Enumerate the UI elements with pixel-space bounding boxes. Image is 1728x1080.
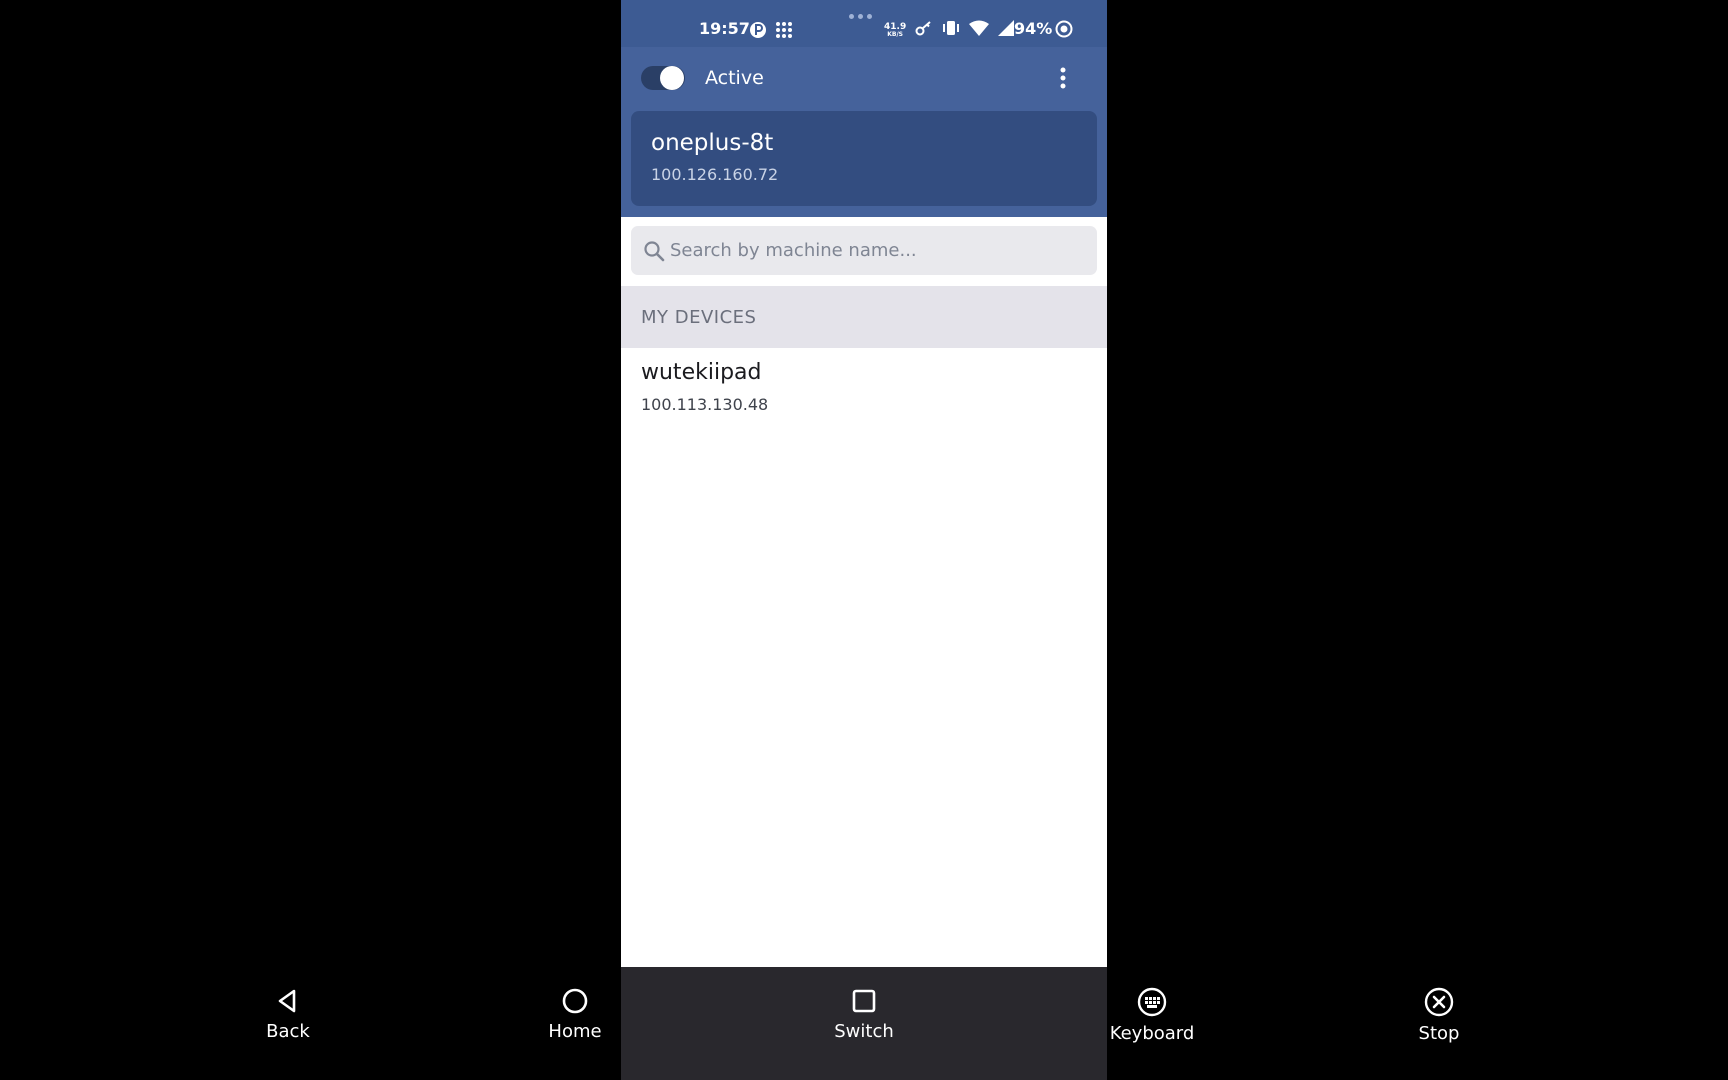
section-title: MY DEVICES	[641, 307, 757, 328]
square-switch-icon	[804, 987, 924, 1015]
phone-screen: 19:57 41.9 KB/S 94% Active oneplus-8t 10…	[621, 0, 1107, 967]
triangle-back-icon	[228, 987, 348, 1015]
net-speed: 41.9 KB/S	[884, 22, 906, 38]
keyboard-icon	[1092, 987, 1212, 1017]
keyboard-button[interactable]: Keyboard	[1092, 987, 1212, 1044]
home-label: Home	[548, 1021, 602, 1042]
p-badge-icon	[749, 21, 767, 43]
device-name: wutekiipad	[641, 360, 762, 385]
home-button[interactable]: Home	[515, 987, 635, 1042]
back-button[interactable]: Back	[228, 987, 348, 1042]
toggle-knob	[660, 66, 684, 90]
close-circle-icon	[1379, 987, 1499, 1017]
status-bar: 19:57 41.9 KB/S 94%	[621, 0, 1107, 47]
net-speed-unit: KB/S	[887, 30, 903, 38]
current-device-ip: 100.126.160.72	[651, 165, 779, 184]
circle-home-icon	[515, 987, 635, 1015]
switch-button[interactable]: Switch	[804, 987, 924, 1042]
current-device-card[interactable]: oneplus-8t 100.126.160.72	[631, 111, 1097, 206]
wifi-icon	[969, 20, 990, 40]
app-header: Active oneplus-8t 100.126.160.72	[621, 47, 1107, 217]
search-input[interactable]: Search by machine name...	[631, 226, 1097, 275]
device-ip: 100.113.130.48	[641, 395, 769, 414]
my-devices-section-header: MY DEVICES	[621, 286, 1107, 348]
active-label: Active	[705, 67, 764, 89]
keyboard-label: Keyboard	[1109, 1023, 1195, 1044]
battery-level: 94%	[1014, 19, 1053, 38]
current-device-name: oneplus-8t	[651, 130, 774, 156]
key-icon	[915, 20, 933, 40]
vibrate-icon	[942, 20, 960, 40]
status-icons: 41.9 KB/S	[884, 20, 1015, 40]
search-placeholder: Search by machine name...	[670, 240, 917, 261]
more-vertical-icon[interactable]	[1057, 65, 1069, 91]
status-time: 19:57	[699, 19, 750, 38]
stop-label: Stop	[1418, 1023, 1460, 1044]
status-overflow-dots	[849, 14, 872, 19]
switch-label: Switch	[834, 1021, 894, 1042]
back-label: Back	[266, 1021, 310, 1042]
search-icon	[643, 240, 665, 262]
sync-icon	[1055, 20, 1073, 42]
active-toggle[interactable]	[641, 66, 685, 90]
remote-screen-stage: 19:57 41.9 KB/S 94% Active oneplus-8t 10…	[0, 0, 1728, 1080]
stop-button[interactable]: Stop	[1379, 987, 1499, 1044]
search-area: Search by machine name...	[621, 217, 1107, 286]
list-item[interactable]: wutekiipad 100.113.130.48	[621, 348, 1107, 428]
cell-signal-icon	[998, 20, 1015, 40]
grid-icon	[775, 21, 793, 43]
remote-control-bar: Back Home Switch Keyboard Stop	[0, 967, 1728, 1080]
